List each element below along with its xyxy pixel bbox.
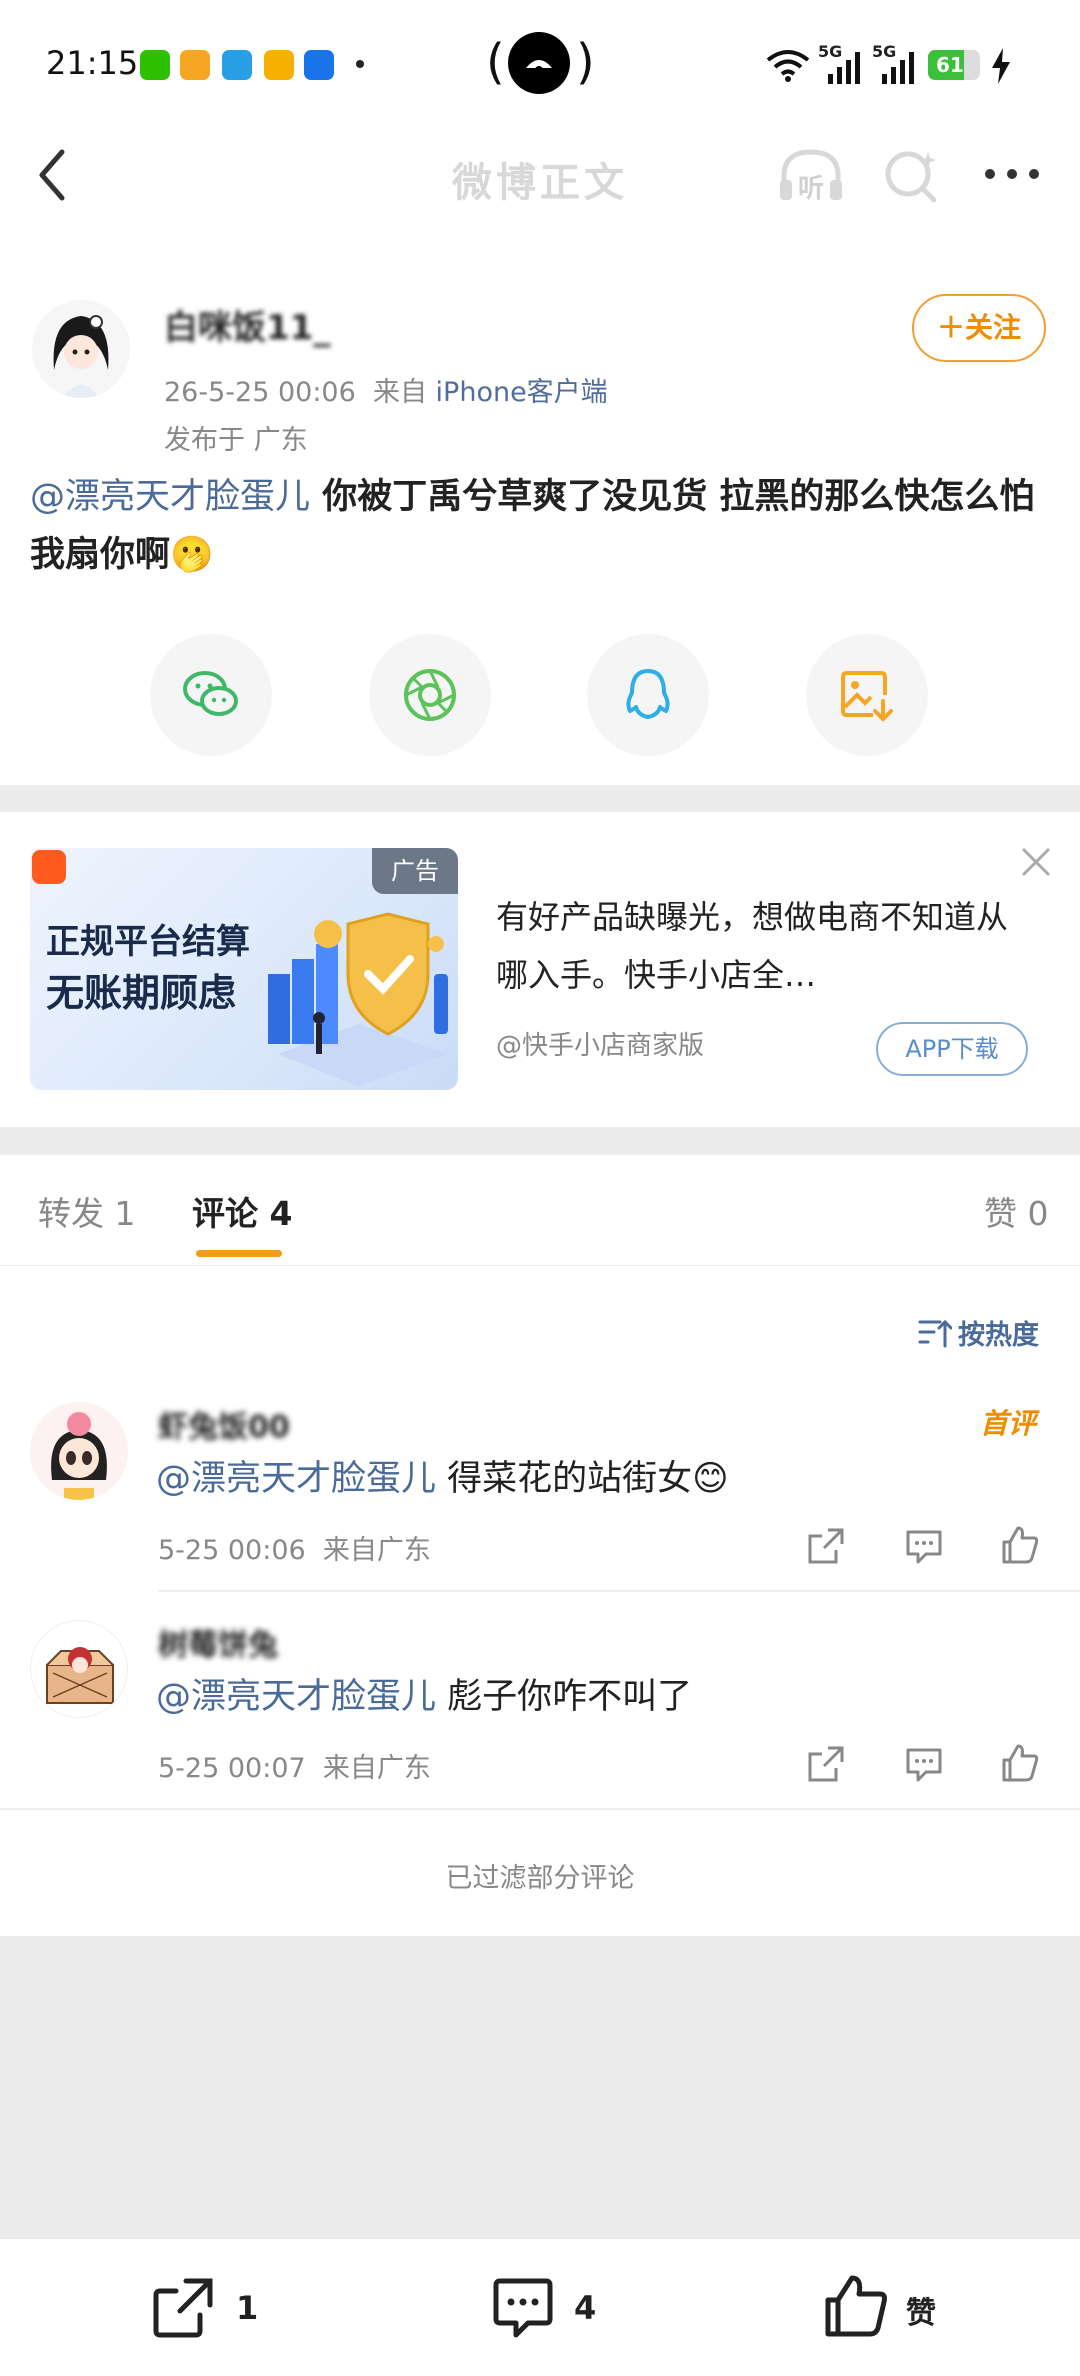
save-image-button[interactable] (806, 634, 928, 756)
post-mention[interactable]: @漂亮天才脸蛋儿 (30, 477, 310, 517)
wechat-icon (183, 671, 238, 716)
comment-time-2: 5-25 00:07 (158, 1753, 306, 1784)
follow-button[interactable]: ＋关注 (912, 294, 1046, 362)
post-source-prefix: 来自 (372, 377, 427, 408)
post-text: @漂亮天才脸蛋儿 你被丁禹兮草爽了没见货 拉黑的那么快怎么怕我扇你啊🫢 (30, 468, 1060, 584)
listen-button[interactable]: 听 (776, 146, 846, 206)
post-emoji: 🫢 (170, 535, 214, 575)
filtered-comments-note: 已过滤部分评论 (445, 1863, 635, 1894)
kuaishou-logo-icon (32, 850, 66, 884)
comment-divider (158, 1590, 1080, 1592)
comment-body-2: 彪子你咋不叫了 (436, 1677, 693, 1717)
share-wechat-button[interactable] (150, 634, 272, 756)
app-icon (304, 50, 334, 80)
ad-download-button[interactable]: APP下载 (876, 1022, 1028, 1076)
reply-icon[interactable] (904, 1526, 944, 1566)
wechat-app-icon (140, 50, 170, 80)
comment-mention-2[interactable]: @漂亮天才脸蛋儿 (156, 1677, 436, 1717)
page-title: 微博正文 (452, 160, 628, 206)
like-button[interactable]: 赞 (822, 2272, 962, 2342)
comment-list (0, 1266, 1080, 1936)
comment-time: 5-25 00:06 (158, 1535, 306, 1566)
like-icon-2[interactable] (1000, 1742, 1040, 1782)
comment-text-2: @漂亮天才脸蛋儿 彪子你咋不叫了 (156, 1668, 692, 1719)
ad-tag: 广告 (372, 848, 458, 894)
comment-location: 来自广东 (322, 1535, 431, 1566)
mail-app-icon (264, 50, 294, 80)
post-date: 26-5-25 00:06 (164, 377, 356, 408)
comment-username-2[interactable]: 树莓饼兔 (158, 1620, 278, 1664)
ad-description[interactable]: 有好产品缺曝光，想做电商不知道从哪入手。快手小店全… (496, 888, 1016, 1004)
telegram-app-icon (222, 50, 252, 80)
comment-divider-2 (0, 1808, 1080, 1810)
signal-icon-2 (882, 52, 914, 84)
tab-repost[interactable]: 转发 1 (38, 1187, 136, 1235)
ad-advertiser[interactable]: @快手小店商家版 (496, 1025, 704, 1062)
first-comment-badge: 首评 (980, 1407, 1037, 1440)
comment-text: @漂亮天才脸蛋儿 得菜花的站街女😊 (156, 1450, 729, 1501)
back-icon[interactable] (34, 148, 70, 202)
sort-icon (918, 1319, 952, 1348)
comment-emoji: 😊 (692, 1459, 729, 1499)
search-icon[interactable] (882, 146, 942, 206)
thumbs-up-icon (825, 2275, 887, 2337)
share-icon-2[interactable] (806, 1744, 846, 1784)
close-icon[interactable] (1016, 842, 1056, 882)
charging-icon (992, 48, 1010, 84)
moments-icon (404, 669, 456, 721)
reply-icon-2[interactable] (904, 1744, 944, 1784)
battery-level: 61 (936, 53, 964, 77)
more-icon[interactable] (982, 164, 1042, 184)
comment-meta-2: 5-25 00:07 来自广东 (158, 1746, 431, 1785)
hotspot-pill: ( ) (480, 28, 600, 98)
comment-count: 4 (574, 2289, 597, 2327)
post-avatar[interactable] (32, 300, 130, 398)
save-image-icon (841, 671, 893, 722)
post-username[interactable]: 白咪饭11_ (164, 300, 330, 349)
post-meta: 26-5-25 00:06 来自 iPhone客户端 (164, 370, 608, 409)
signal-icon (828, 52, 860, 84)
status-time: 21:15 (46, 44, 139, 82)
listen-label: 听 (798, 174, 825, 204)
video-app-icon (180, 50, 210, 80)
comment-avatar-2[interactable] (30, 1620, 128, 1718)
tab-active-indicator (196, 1250, 282, 1257)
ad-slogan-line1: 正规平台结算 (46, 922, 250, 962)
share-qq-button[interactable] (587, 634, 709, 756)
nav-divider (0, 230, 1080, 261)
comment-username[interactable]: 虾兔饭00 (158, 1402, 290, 1446)
comment-button[interactable]: 4 (490, 2275, 630, 2341)
more-notifications-dot (356, 60, 364, 68)
hotspot-icon (508, 32, 570, 94)
ad-illustration (268, 912, 448, 1086)
comment-meta: 5-25 00:06 来自广东 (158, 1528, 431, 1567)
like-icon[interactable] (1000, 1524, 1040, 1564)
comment-avatar[interactable] (30, 1402, 128, 1500)
share-moments-button[interactable] (369, 634, 491, 756)
repost-button[interactable]: 1 (150, 2275, 290, 2341)
ad-banner[interactable]: 广告 正规平台结算 无账期顾虑 (30, 848, 458, 1090)
wifi-icon (766, 50, 810, 82)
comment-location-2: 来自广东 (322, 1753, 431, 1784)
tab-bar (0, 1155, 1080, 1266)
like-label: 赞 (906, 2296, 936, 2331)
comment-mention[interactable]: @漂亮天才脸蛋儿 (156, 1459, 436, 1499)
tab-like[interactable]: 赞 0 (984, 1187, 1049, 1235)
repost-icon (153, 2278, 213, 2338)
comment-icon (493, 2278, 553, 2338)
qq-icon (626, 669, 670, 719)
battery-icon: 61 (928, 50, 980, 80)
repost-count: 1 (236, 2289, 259, 2327)
post-location: 发布于 广东 (164, 425, 308, 456)
comment-body: 得菜花的站街女 (436, 1459, 693, 1499)
tab-comment[interactable]: 评论 4 (192, 1187, 292, 1235)
post-source[interactable]: iPhone客户端 (436, 377, 608, 408)
sort-label: 按热度 (958, 1320, 1039, 1351)
share-icon[interactable] (806, 1526, 846, 1566)
ad-slogan-line2: 无账期顾虑 (46, 971, 237, 1015)
